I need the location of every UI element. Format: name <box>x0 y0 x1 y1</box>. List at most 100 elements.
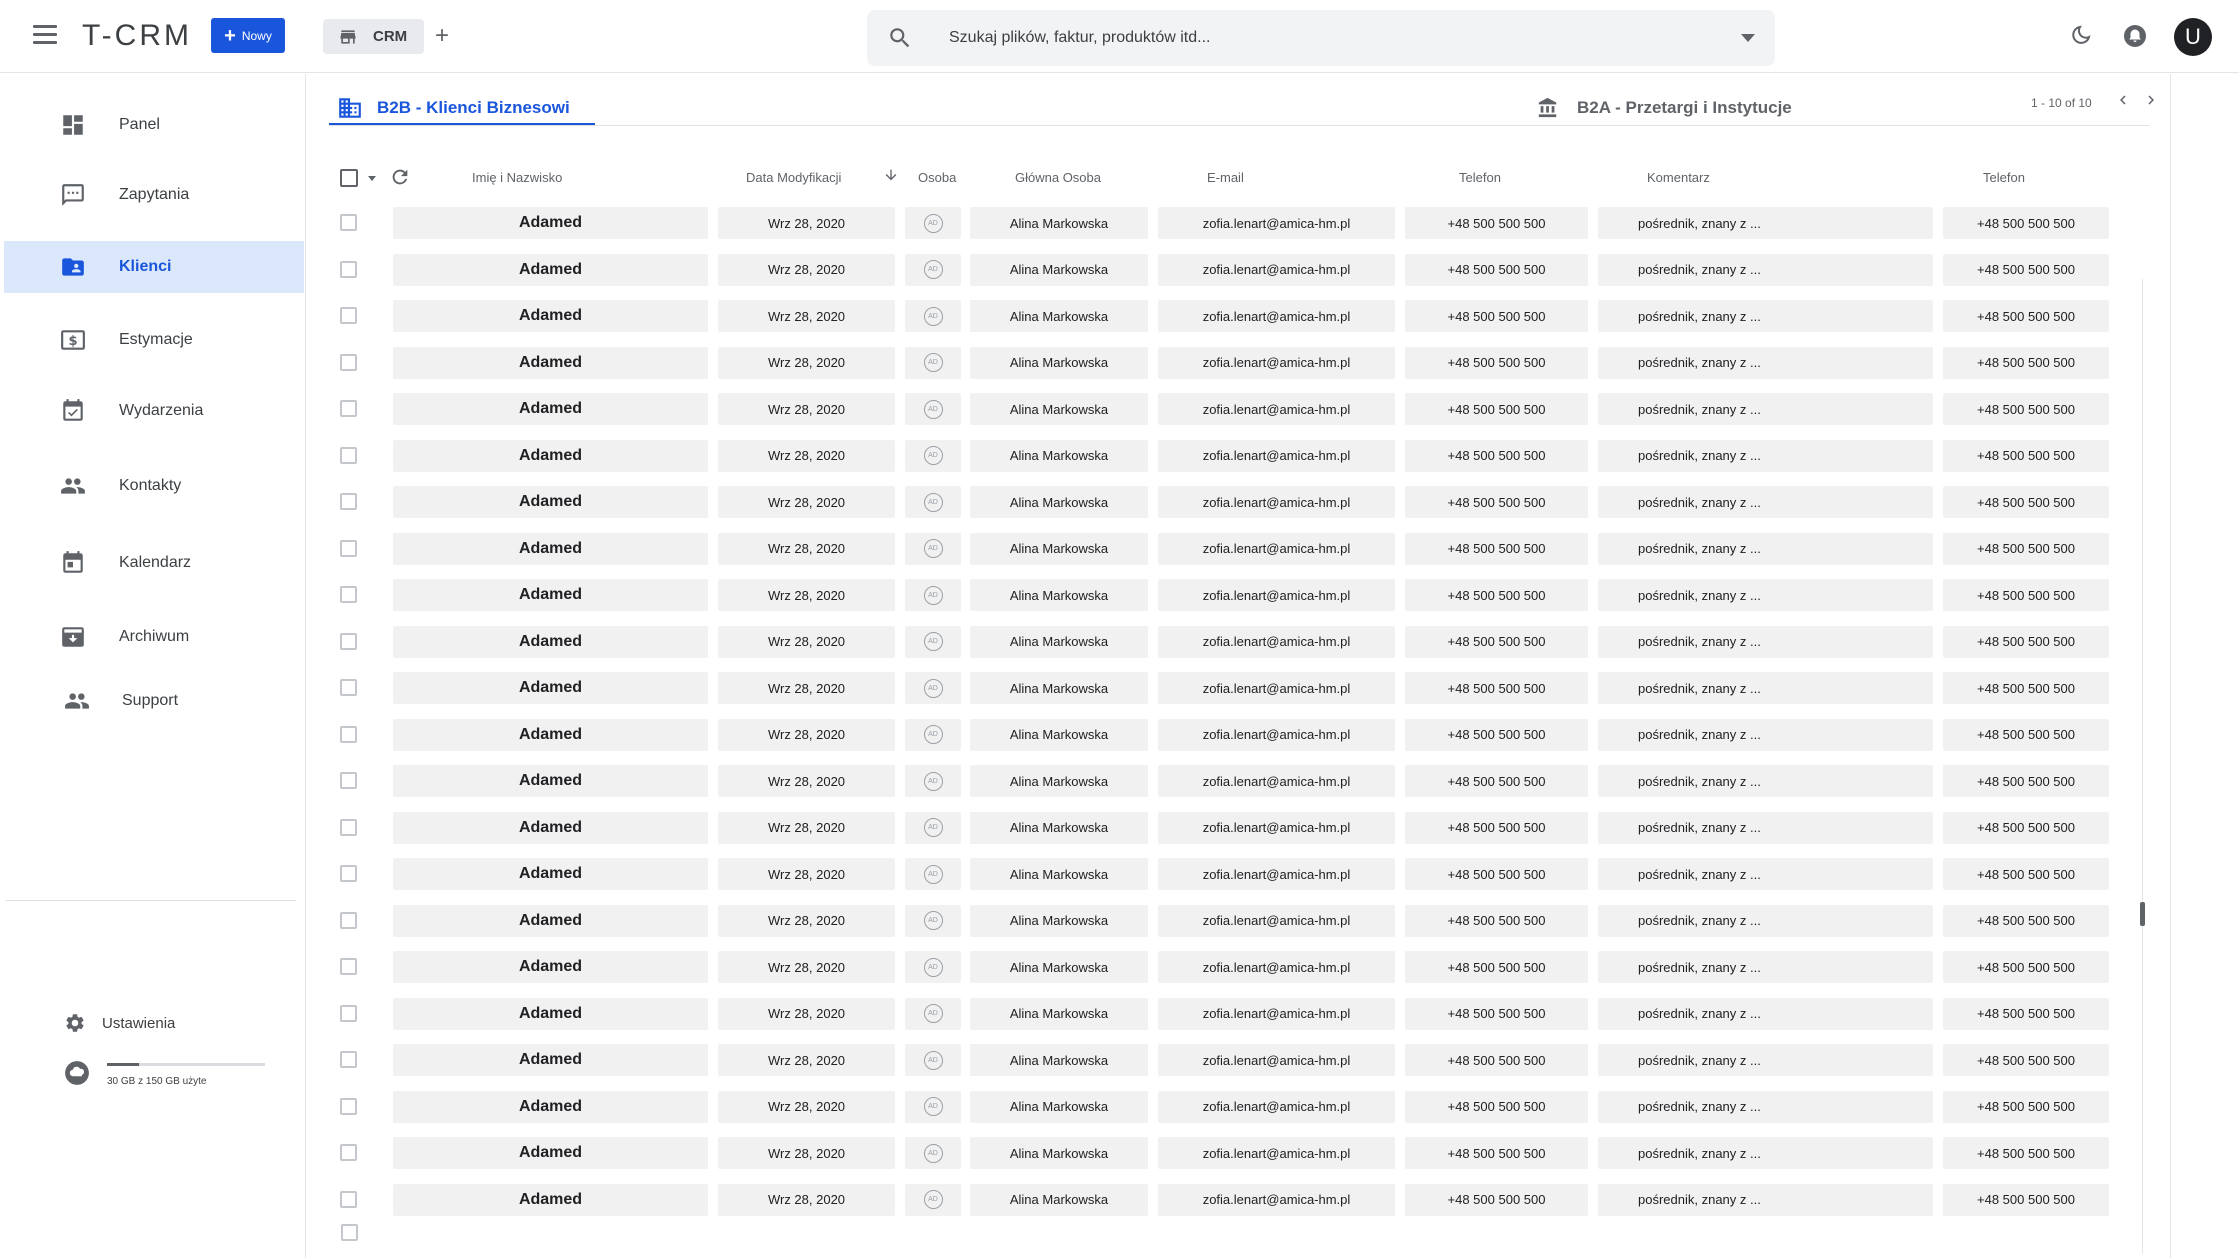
row-checkbox[interactable] <box>340 307 357 324</box>
tab-crm-label: CRM <box>373 28 408 45</box>
table-row[interactable]: Adamed Wrz 28, 2020 AD Alina Markowska zofia… <box>307 530 2167 566</box>
row-checkbox[interactable] <box>340 632 357 650</box>
table-row[interactable]: Adamed Wrz 28, 2020 AD Alina Markowska zofia… <box>307 948 2167 984</box>
person-avatar-icon: AD <box>923 771 943 791</box>
row-checkbox[interactable] <box>340 1051 357 1068</box>
tab-b2a[interactable]: B2A - Przetargi i Instytucje <box>1537 88 1792 128</box>
search-icon[interactable] <box>887 25 913 51</box>
column-header-person[interactable]: Osoba <box>918 170 956 185</box>
avatar[interactable]: U <box>2174 18 2212 56</box>
row-checkbox[interactable] <box>340 214 357 231</box>
settings-link[interactable]: Ustawienia <box>64 1012 175 1034</box>
table-row[interactable]: Adamed Wrz 28, 2020 AD Alina Markowska zofia… <box>307 1181 2167 1217</box>
cell-email: zofia.lenart@amica-hm.pl <box>1158 997 1395 1030</box>
cell-main-person: Alina Markowska <box>970 1137 1148 1169</box>
row-checkbox[interactable] <box>340 958 357 975</box>
sidebar-item-kalendarz[interactable]: Kalendarz <box>4 537 304 589</box>
row-checkbox[interactable] <box>340 446 357 464</box>
table-row[interactable]: Adamed Wrz 28, 2020 AD Alina Markowska zofia… <box>307 437 2167 473</box>
tab-crm[interactable]: CRM <box>323 19 424 54</box>
table-row[interactable]: Adamed Wrz 28, 2020 AD Alina Markowska zofia… <box>307 902 2167 938</box>
row-checkbox[interactable] <box>340 1004 357 1022</box>
select-dropdown-icon[interactable] <box>368 176 376 181</box>
table-row[interactable]: Adamed Wrz 28, 2020 AD Alina Markowska zofia… <box>307 344 2167 380</box>
sort-arrow-down-icon[interactable] <box>883 166 899 184</box>
tab-b2b[interactable]: B2B - Klienci Biznesowi <box>337 88 570 128</box>
sidebar-item-zapytania[interactable]: Zapytania <box>4 169 304 221</box>
table-row[interactable]: Adamed Wrz 28, 2020 AD Alina Markowska zofia… <box>307 1041 2167 1077</box>
table-row[interactable]: Adamed Wrz 28, 2020 AD Alina Markowska zofia… <box>307 762 2167 798</box>
cell-date: Wrz 28, 2020 <box>718 1183 895 1216</box>
row-checkbox[interactable] <box>340 353 357 371</box>
chevron-left-icon[interactable] <box>2114 91 2132 109</box>
column-header-main-person[interactable]: Główna Osoba <box>1015 170 1101 185</box>
chevron-down-icon[interactable] <box>1741 34 1755 42</box>
cell-email: zofia.lenart@amica-hm.pl <box>1158 718 1395 751</box>
table-row[interactable]: Adamed Wrz 28, 2020 AD Alina Markowska zofia… <box>307 855 2167 891</box>
row-checkbox[interactable] <box>340 679 357 696</box>
cell-main-person: Alina Markowska <box>970 718 1148 751</box>
table-row[interactable]: Adamed Wrz 28, 2020 AD Alina Markowska zofia… <box>307 623 2167 659</box>
table-row[interactable]: Adamed Wrz 28, 2020 AD Alina Markowska zofia… <box>307 297 2167 333</box>
search-input[interactable] <box>949 22 1689 54</box>
column-header-comment[interactable]: Komentarz <box>1647 170 1710 185</box>
column-header-name[interactable]: Imię i Nazwisko <box>472 170 562 185</box>
table-row[interactable]: Adamed Wrz 28, 2020 AD Alina Markowska zofia… <box>307 1134 2167 1170</box>
table-row[interactable]: Adamed Wrz 28, 2020 AD Alina Markowska zofia… <box>307 204 2167 240</box>
sidebar-item-estymacje[interactable]: $ Estymacje <box>4 314 304 366</box>
new-button[interactable]: + Nowy <box>211 18 285 53</box>
refresh-icon[interactable] <box>389 166 411 188</box>
cell-phone: +48 500 500 500 <box>1405 346 1588 379</box>
row-checkbox[interactable] <box>340 725 357 743</box>
column-header-phone[interactable]: Telefon <box>1459 170 1501 185</box>
column-header-date[interactable]: Data Modyfikacji <box>746 170 841 185</box>
person-avatar-icon: AD <box>923 725 943 744</box>
row-checkbox[interactable] <box>340 1190 357 1208</box>
row-checkbox[interactable] <box>340 1097 357 1115</box>
sidebar-item-panel[interactable]: Panel <box>4 99 304 151</box>
table-row[interactable]: Adamed Wrz 28, 2020 AD Alina Markowska zofia… <box>307 390 2167 426</box>
scrollbar-track[interactable] <box>2142 279 2143 1254</box>
row-checkbox[interactable] <box>340 1144 357 1161</box>
menu-icon[interactable] <box>33 25 57 45</box>
row-checkbox[interactable] <box>340 865 357 882</box>
row-checkbox[interactable] <box>340 818 357 836</box>
column-header-email[interactable]: E-mail <box>1207 170 1244 185</box>
cell-name: Adamed <box>393 904 708 937</box>
sidebar-item-archiwum[interactable]: Archiwum <box>4 611 304 663</box>
table-row[interactable]: Adamed Wrz 28, 2020 AD Alina Markowska zofia… <box>307 809 2167 845</box>
scrollbar-thumb[interactable] <box>2140 902 2145 926</box>
table-row[interactable]: Adamed Wrz 28, 2020 AD Alina Markowska zofia… <box>307 483 2167 519</box>
column-header-phone-2[interactable]: Telefon <box>1983 170 2025 185</box>
person-avatar-icon: AD <box>923 818 943 837</box>
sidebar-item-kontakty[interactable]: Kontakty <box>4 460 304 512</box>
select-all-checkbox[interactable] <box>340 169 358 187</box>
row-checkbox[interactable] <box>340 586 357 603</box>
row-checkbox[interactable] <box>340 911 357 929</box>
sidebar-item-wydarzenia[interactable]: Wydarzenia <box>4 385 304 437</box>
row-checkbox[interactable] <box>340 772 357 789</box>
cell-phone-2: +48 500 500 500 <box>1943 811 2109 844</box>
table-row[interactable]: Adamed Wrz 28, 2020 AD Alina Markowska zofia… <box>307 995 2167 1031</box>
moon-icon[interactable] <box>2070 24 2094 48</box>
chevron-right-icon[interactable] <box>2142 91 2160 109</box>
row-checkbox[interactable] <box>340 260 357 278</box>
cell-phone: +48 500 500 500 <box>1405 904 1588 937</box>
add-tab-icon[interactable]: + <box>435 22 449 50</box>
bell-icon[interactable] <box>2123 24 2147 48</box>
people-icon <box>61 478 85 494</box>
sidebar-item-klienci[interactable]: Klienci <box>4 241 304 293</box>
row-checkbox[interactable] <box>341 1224 358 1241</box>
sidebar-item-support[interactable]: Support <box>4 675 304 727</box>
row-checkbox[interactable] <box>340 493 357 510</box>
table-row[interactable]: Adamed Wrz 28, 2020 AD Alina Markowska zofia… <box>307 716 2167 752</box>
table-row[interactable]: Adamed Wrz 28, 2020 AD Alina Markowska zofia… <box>307 251 2167 287</box>
table-row[interactable]: Adamed Wrz 28, 2020 AD Alina Markowska zofia… <box>307 1088 2167 1124</box>
cell-comment: pośrednik, znany z ... <box>1598 625 1933 658</box>
table-row[interactable]: Adamed Wrz 28, 2020 AD Alina Markowska zofia… <box>307 669 2167 705</box>
row-checkbox[interactable] <box>340 539 357 557</box>
table-row[interactable]: Adamed Wrz 28, 2020 AD Alina Markowska zofia… <box>307 576 2167 612</box>
cell-date: Wrz 28, 2020 <box>718 997 895 1030</box>
row-checkbox[interactable] <box>340 400 357 417</box>
cell-phone-2: +48 500 500 500 <box>1943 346 2109 379</box>
